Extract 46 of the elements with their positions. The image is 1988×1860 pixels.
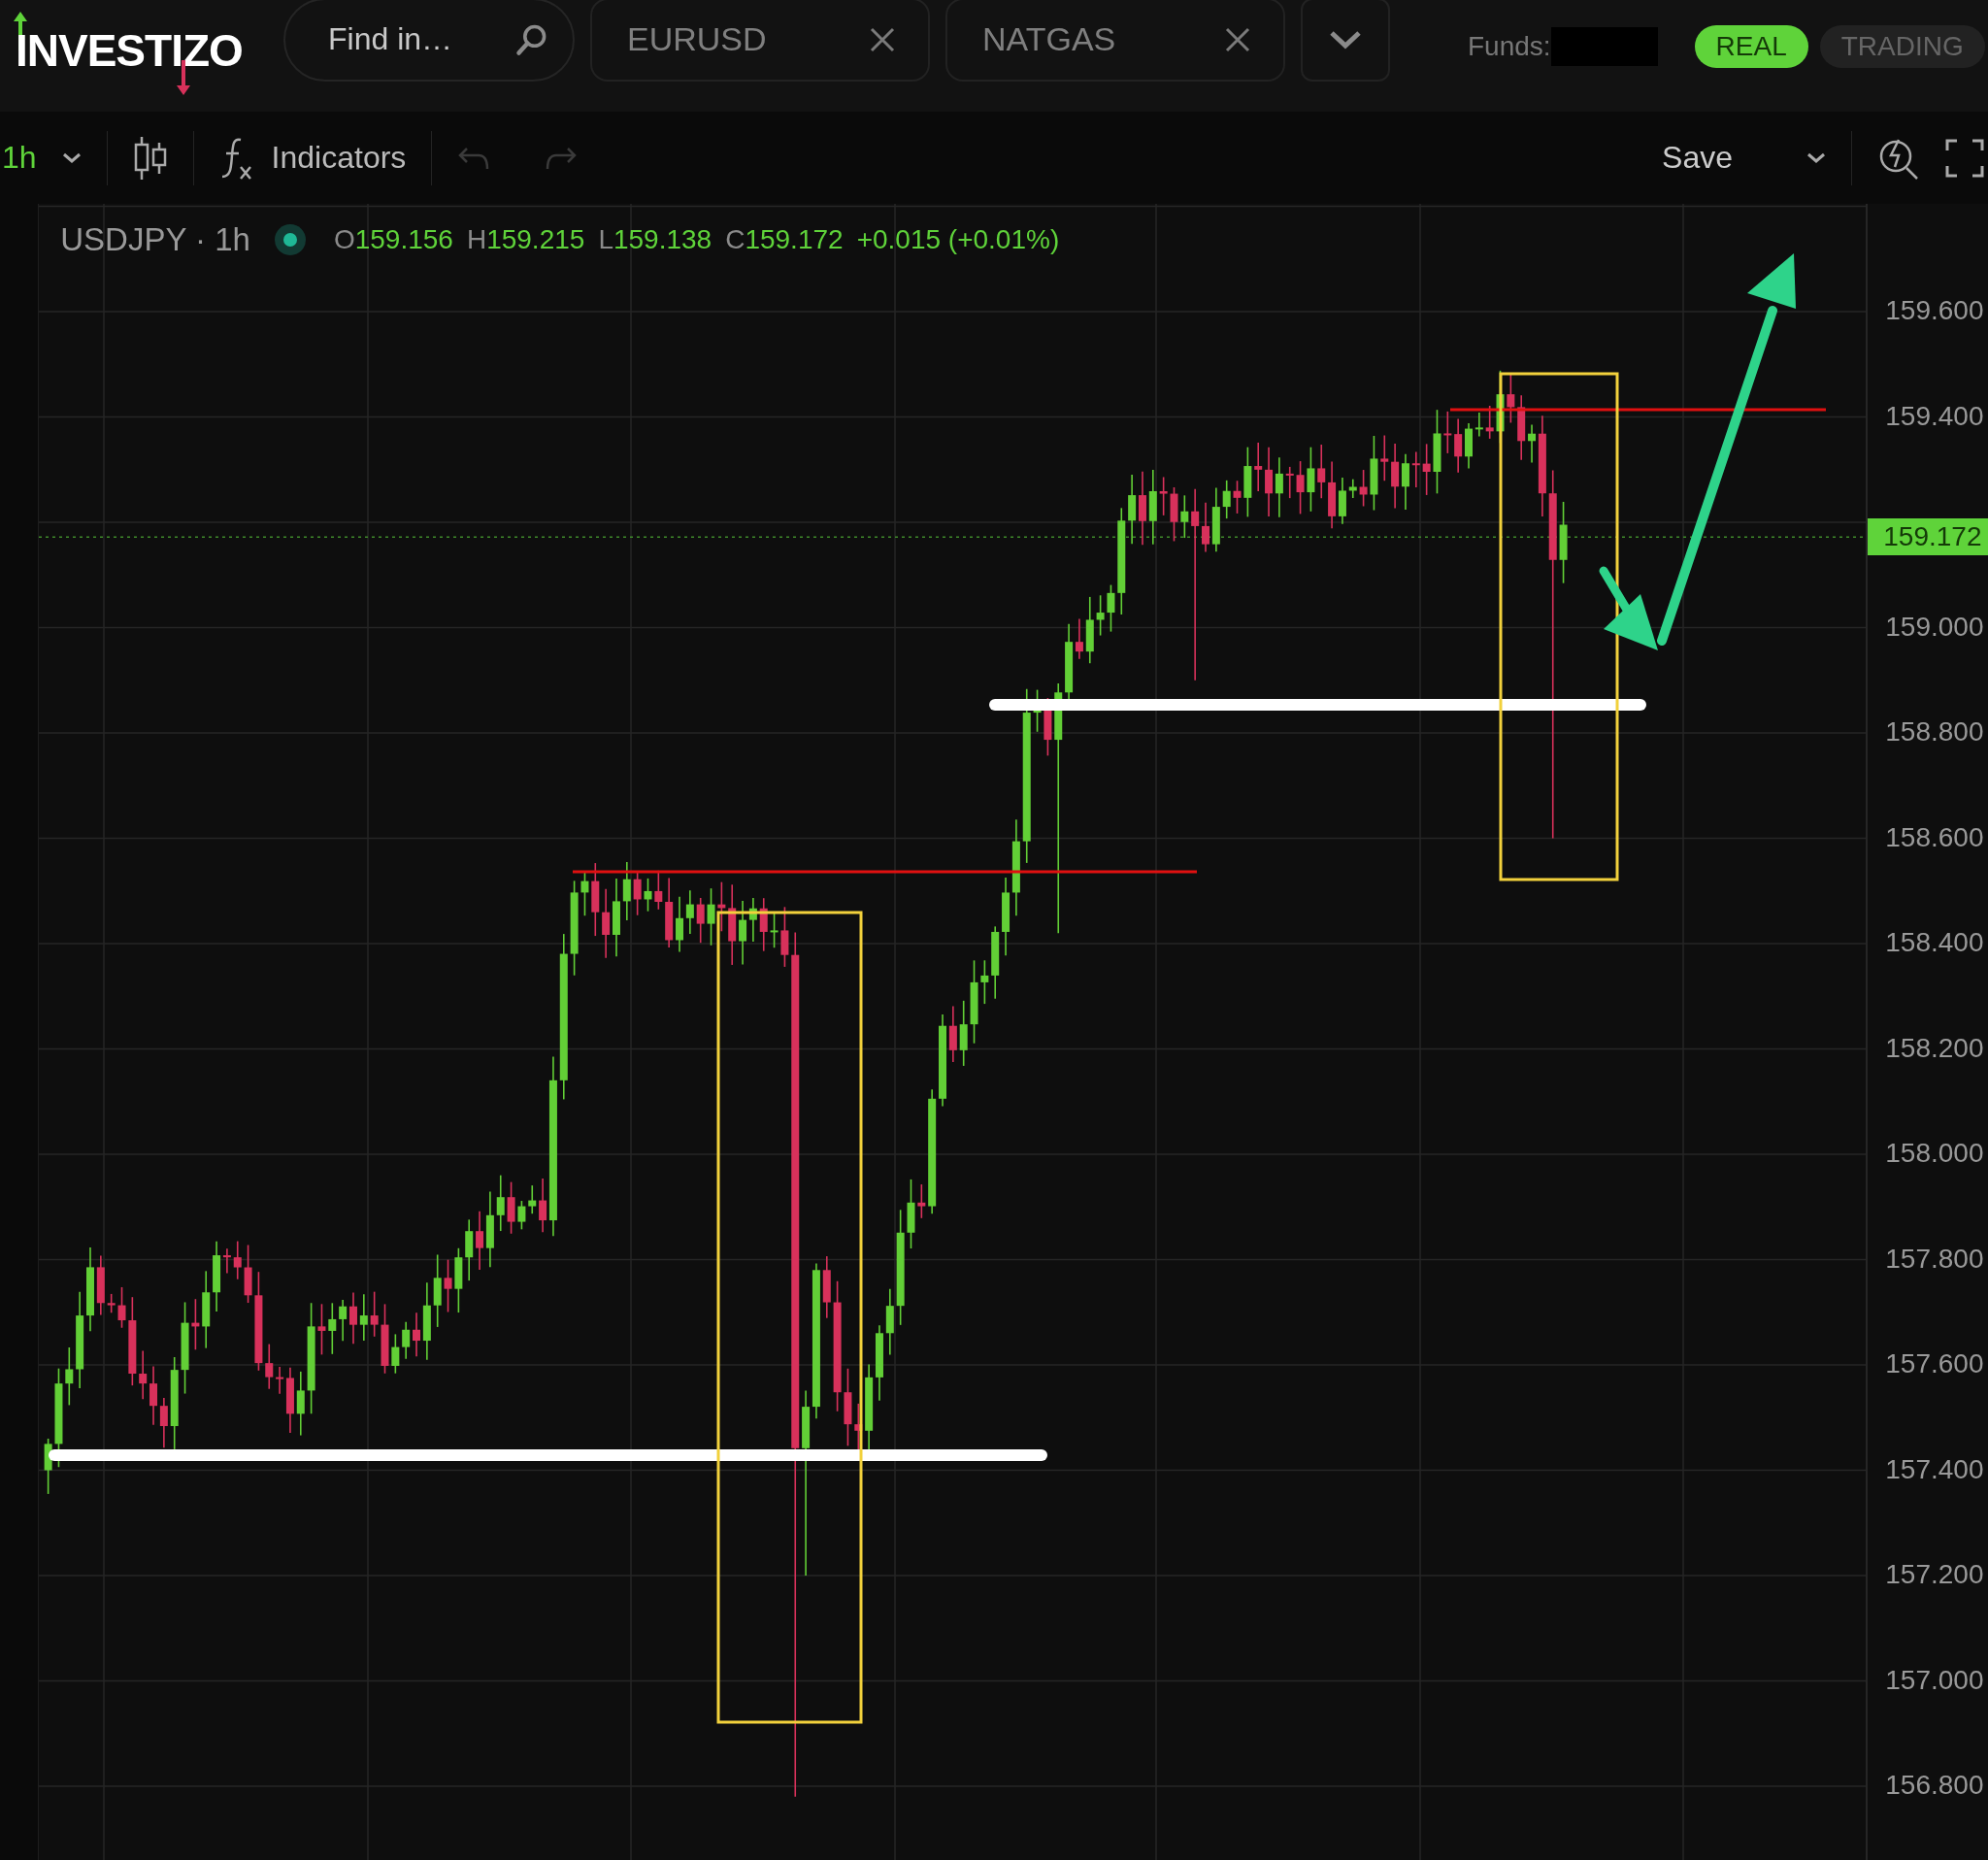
more-tabs-button[interactable] [1301,0,1390,82]
price-label: 159.600 [1885,295,1984,326]
chevron-down-icon[interactable] [1806,151,1826,164]
ohlc-value: 159.156 [354,224,453,254]
price-label: 158.200 [1885,1032,1984,1064]
funds-label: Funds: [1468,30,1551,62]
price-label: 158.400 [1885,927,1984,958]
price-label: 158.800 [1885,716,1984,747]
search-field[interactable]: Find in… [326,20,514,58]
tab-label[interactable]: EURUSD [627,20,767,58]
ohlc-value: 159.138 [613,224,712,254]
interval-dropdown[interactable]: 1h [0,140,37,176]
price-label: 156.800 [1885,1770,1984,1801]
price-label: 157.400 [1885,1453,1984,1485]
symbol-label: USDJPY · 1h [60,221,250,258]
ohlc-label: H [466,224,487,254]
logo: INVESTIZO [10,17,243,76]
price-label: 157.600 [1885,1348,1984,1379]
ohlc-value: 159.172 [745,224,844,254]
price-label: 157.000 [1885,1664,1984,1696]
candlestick-icon[interactable] [132,136,168,180]
symbol-tab[interactable]: EURUSD [590,0,930,82]
save-button[interactable]: Save [1662,140,1733,176]
ohlc-label: O [333,224,355,254]
tab-label[interactable]: NATGAS [982,20,1116,58]
ohlc-label: L [598,224,613,254]
price-change: +0.015 (+0.01%) [856,224,1060,255]
chevron-down-icon [1329,29,1362,50]
indicators-button[interactable]: Indicators [218,135,407,181]
account-mode-toggle[interactable]: TRADING [1819,24,1985,68]
close-icon[interactable] [1225,26,1250,52]
ohlc-label: C [725,224,746,254]
account-mode-toggle[interactable]: REAL [1694,24,1808,68]
chevron-down-icon[interactable] [61,151,82,164]
search-bar[interactable]: Find in… [283,0,575,82]
price-label: 157.200 [1885,1559,1984,1590]
fullscreen-icon[interactable] [1945,138,1984,178]
ohlc-value: 159.215 [486,224,585,254]
price-label: 158.600 [1885,821,1984,853]
symbol-tab[interactable]: NATGAS [945,0,1285,82]
price-label: 157.800 [1885,1243,1984,1275]
current-price-tag: 159.172 [1868,518,1988,556]
close-icon[interactable] [870,26,895,52]
price-label: 159.400 [1885,400,1984,432]
price-label: 158.000 [1885,1138,1984,1169]
price-label: 159.000 [1885,611,1984,643]
